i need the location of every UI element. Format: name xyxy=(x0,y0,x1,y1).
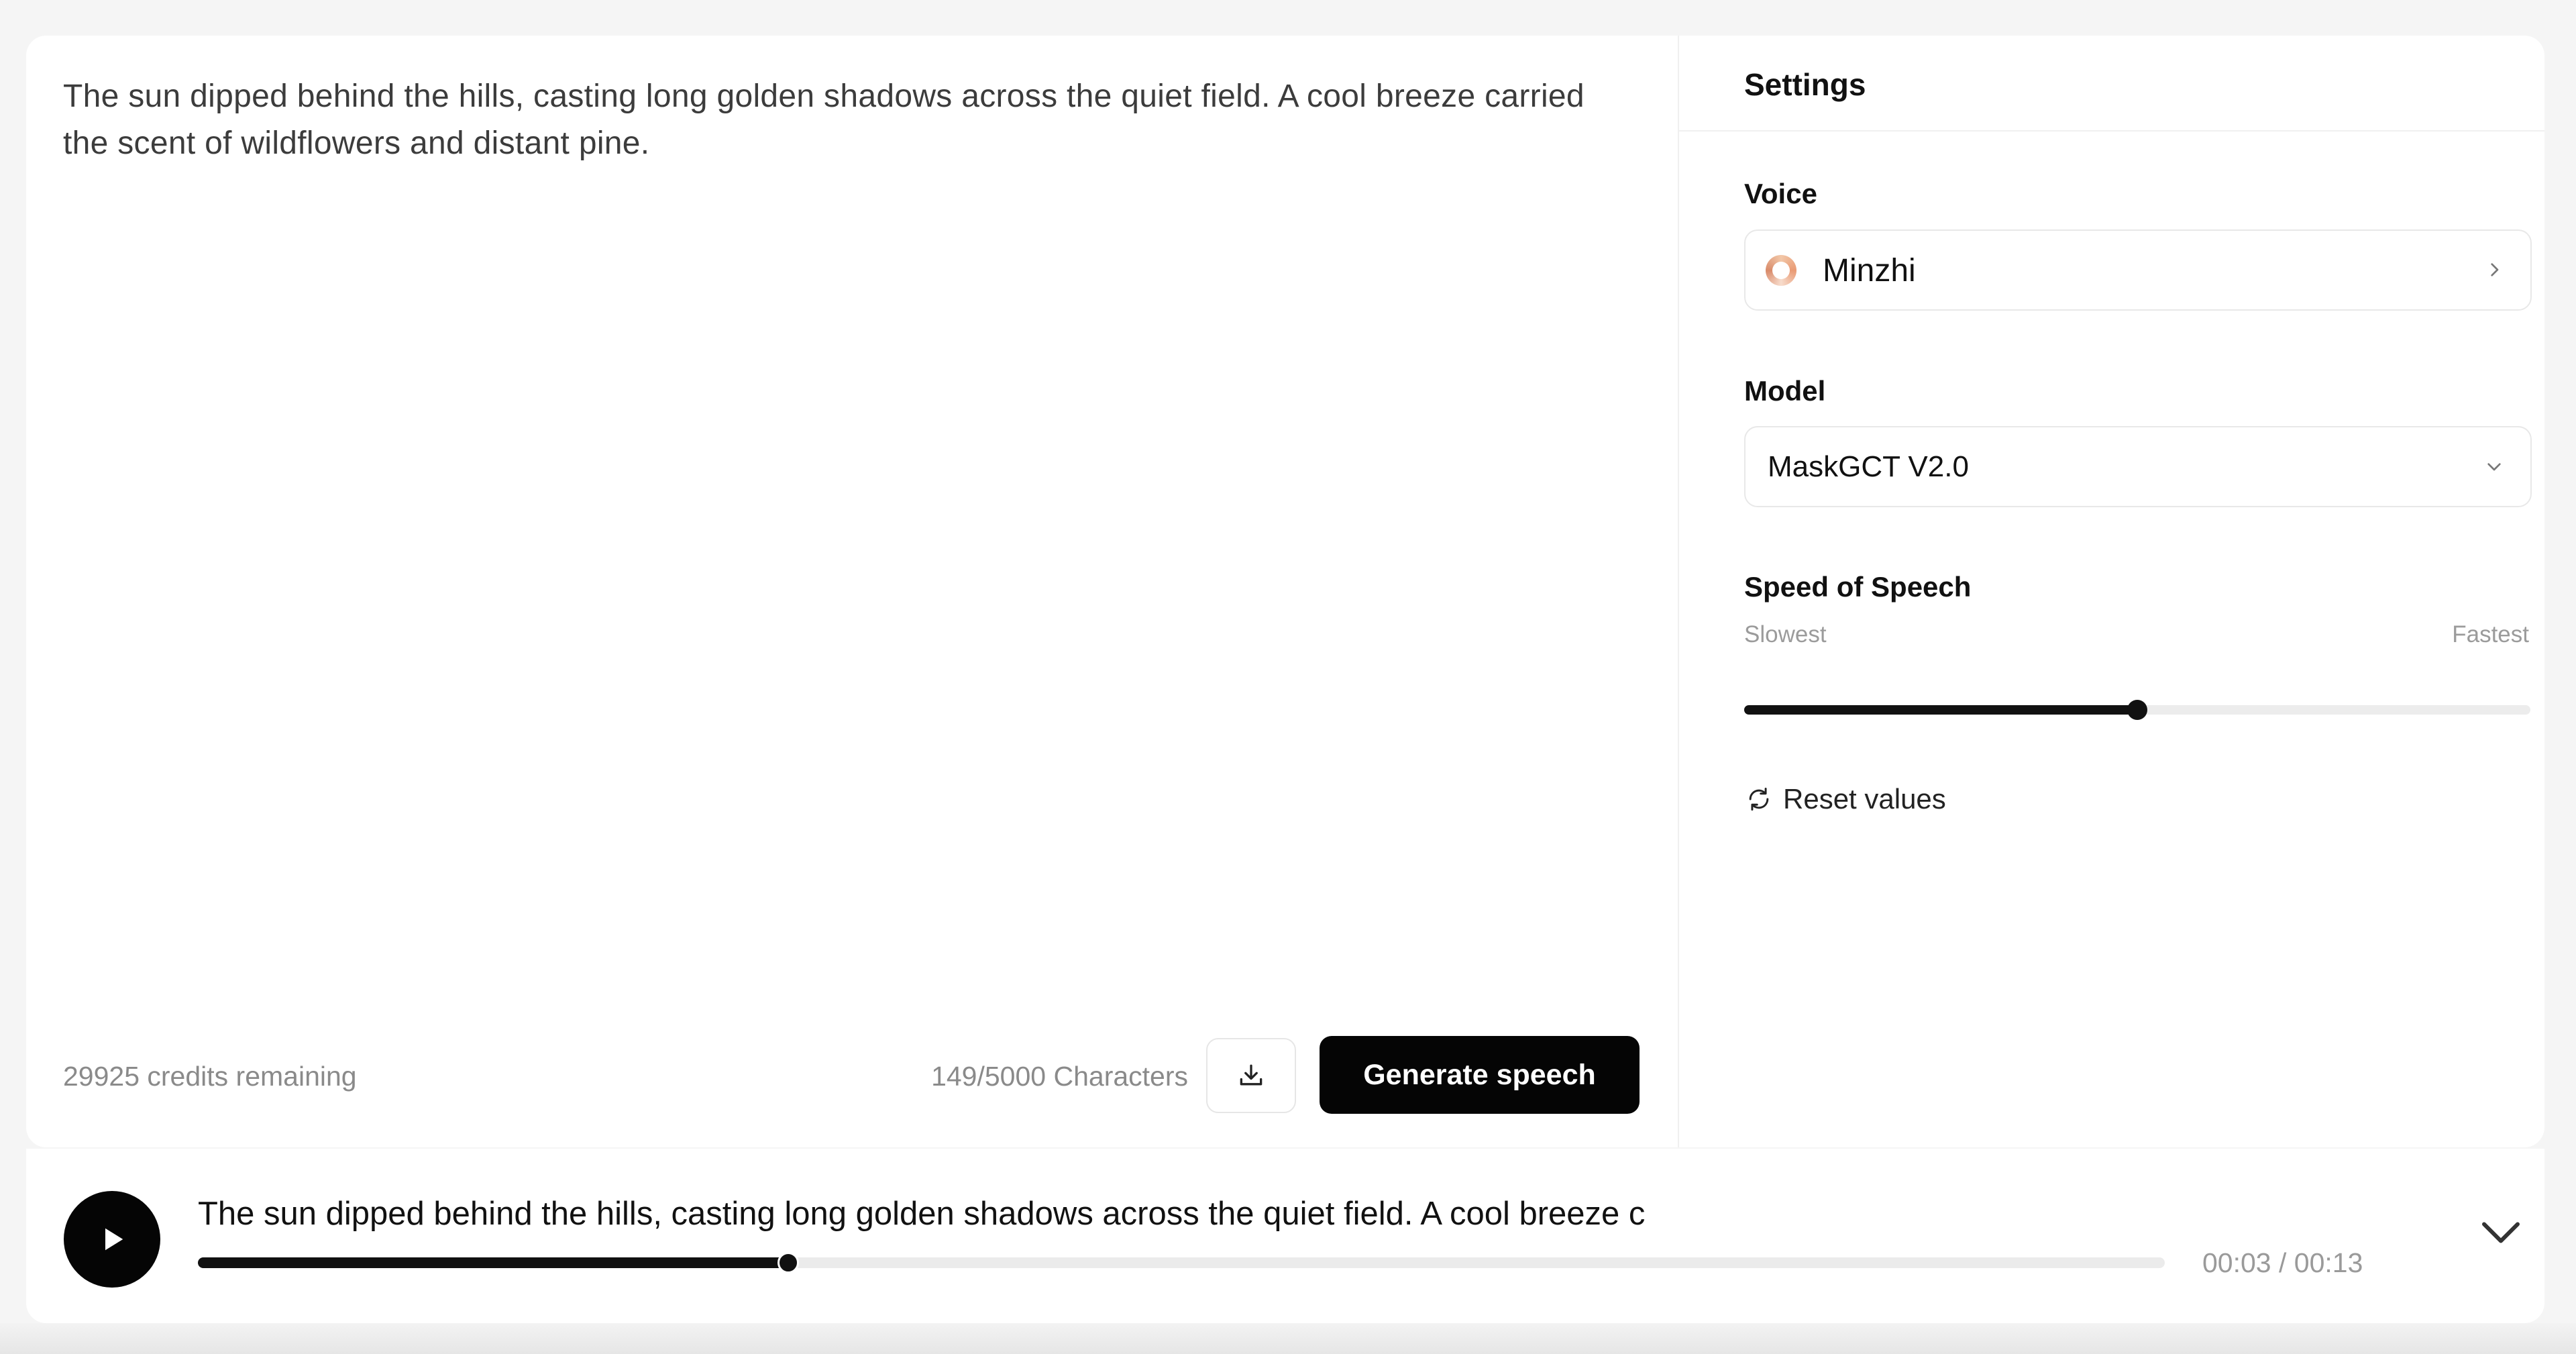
chevron-down-icon[interactable] xyxy=(2477,1216,2524,1249)
playback-progress-thumb[interactable] xyxy=(777,1252,799,1273)
text-editor-panel: The sun dipped behind the hills, casting… xyxy=(26,36,1679,1147)
reset-values-label: Reset values xyxy=(1783,783,1946,815)
speed-slider[interactable] xyxy=(1744,700,2530,720)
playback-time: 00:03 / 00:13 xyxy=(2202,1247,2363,1278)
window-bottom-edge xyxy=(0,1323,2576,1354)
settings-title: Settings xyxy=(1744,67,1866,102)
model-label: Model xyxy=(1744,375,1826,407)
settings-header: Settings xyxy=(1679,36,2544,132)
speed-slider-thumb[interactable] xyxy=(2127,700,2147,720)
model-value: MaskGCT V2.0 xyxy=(1768,450,1969,483)
chevron-right-icon xyxy=(2491,263,2499,276)
editor-footer: 29925 credits remaining 149/5000 Charact… xyxy=(63,1036,1640,1114)
playback-progress-bar[interactable] xyxy=(198,1252,2165,1273)
refresh-icon xyxy=(1749,787,1769,811)
model-select[interactable]: MaskGCT V2.0 xyxy=(1744,426,2532,507)
main-card: The sun dipped behind the hills, casting… xyxy=(26,36,2544,1147)
character-count: 149/5000 Characters xyxy=(931,1061,1188,1092)
voice-selector[interactable]: Minzhi xyxy=(1744,229,2532,311)
player-transcript: The sun dipped behind the hills, casting… xyxy=(198,1196,1646,1232)
speed-slider-fill xyxy=(1744,705,2137,715)
download-button[interactable] xyxy=(1206,1038,1296,1113)
play-button[interactable] xyxy=(64,1191,160,1288)
voice-avatar xyxy=(1766,255,1796,286)
chevron-down-icon xyxy=(2487,463,2501,471)
reset-values-button[interactable]: Reset values xyxy=(1744,780,1946,818)
settings-panel: Settings Voice Minzhi Model MaskGCT V2.0… xyxy=(1679,36,2544,1147)
speed-label: Speed of Speech xyxy=(1744,571,1972,603)
play-icon xyxy=(105,1228,123,1251)
audio-player: The sun dipped behind the hills, casting… xyxy=(26,1149,2544,1323)
voice-name: Minzhi xyxy=(1823,253,1916,289)
credits-remaining: 29925 credits remaining xyxy=(63,1061,357,1092)
generate-speech-button[interactable]: Generate speech xyxy=(1320,1036,1640,1114)
voice-label: Voice xyxy=(1744,178,1817,209)
playback-progress-fill xyxy=(198,1257,788,1268)
download-icon xyxy=(1240,1064,1263,1086)
speed-max-label: Fastest xyxy=(2452,621,2529,647)
speed-min-label: Slowest xyxy=(1744,621,1827,647)
text-input-area[interactable]: The sun dipped behind the hills, casting… xyxy=(63,73,1593,167)
